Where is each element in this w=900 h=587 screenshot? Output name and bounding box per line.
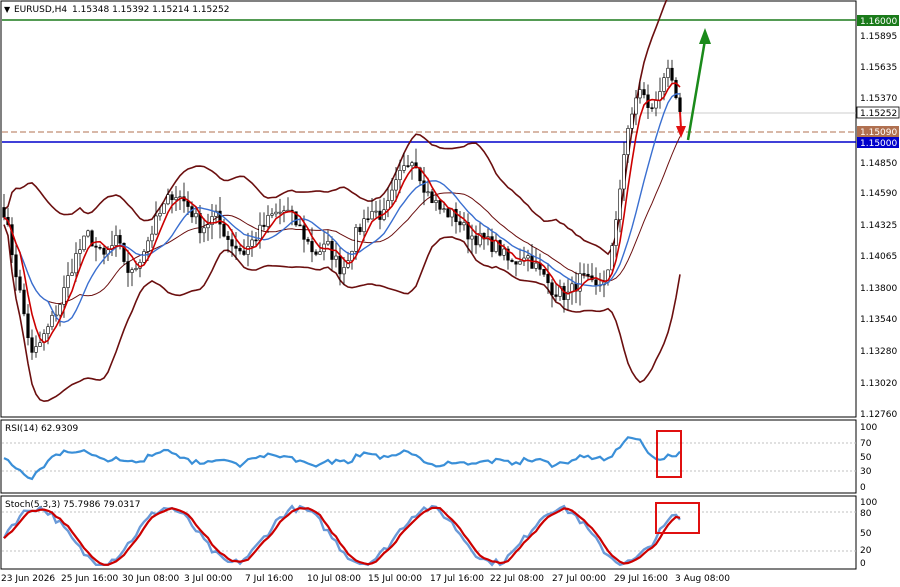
- time-tick: 23 Jun 2026: [1, 574, 55, 584]
- stoch-axis-tick: 0: [860, 559, 866, 569]
- candle[interactable]: [498, 239, 502, 257]
- rsi-axis-tick: 0: [860, 483, 866, 493]
- price-tick: 1.13800: [860, 284, 897, 294]
- time-tick: 27 Jul 00:00: [552, 574, 606, 584]
- time-tick: 25 Jun 16:00: [61, 574, 118, 584]
- stoch-axis-tick: 20: [860, 546, 872, 556]
- rsi-label: RSI(14) 62.9309: [5, 424, 78, 434]
- time-tick: 29 Jul 16:00: [614, 574, 668, 584]
- price-tick: 1.15370: [860, 94, 897, 104]
- price-axis: 1.15895 1.15635 1.15370 1.14850 1.14590 …: [860, 32, 897, 420]
- rsi-panel[interactable]: [0, 419, 857, 494]
- trading-chart[interactable]: ▼ EURUSD,H4 1.15348 1.15392 1.15214 1.15…: [0, 0, 900, 587]
- price-tick: 1.14325: [860, 221, 897, 231]
- candle[interactable]: [610, 242, 614, 271]
- price-tick: 1.15635: [860, 63, 897, 73]
- price-tag-lower-text: 1.15000: [860, 139, 897, 149]
- price-tick: 1.12760: [860, 410, 897, 420]
- candle[interactable]: [82, 235, 86, 252]
- time-tick: 10 Jul 08:00: [307, 574, 361, 584]
- candle[interactable]: [162, 203, 166, 214]
- time-tick: 3 Aug 08:00: [675, 574, 730, 584]
- time-axis: 23 Jun 2026 25 Jun 16:00 30 Jun 08:00 3 …: [1, 574, 730, 584]
- stoch-axis-tick: 80: [860, 509, 872, 519]
- price-tag-current-text: 1.15252: [860, 109, 897, 119]
- price-tick: 1.14850: [860, 159, 897, 169]
- stoch-axis-tick: 100: [860, 498, 877, 508]
- price-tick: 1.13020: [860, 379, 897, 389]
- price-tag-middle-text: 1.15090: [860, 128, 897, 138]
- main-chart-panel[interactable]: [0, 0, 857, 418]
- time-tick: 7 Jul 16:00: [245, 574, 294, 584]
- price-tag-current: 1.15252: [856, 106, 900, 119]
- stoch-label: Stoch(5,3,3) 75.7986 79.0317: [5, 500, 140, 510]
- rsi-axis-tick: 50: [860, 453, 872, 463]
- ohlc-readout: 1.15348 1.15392 1.15214 1.15252: [72, 5, 229, 15]
- price-tag-upper-text: 1.16000: [860, 17, 897, 27]
- stoch-axis-tick: 50: [860, 529, 872, 539]
- price-tag-lower: 1.15000: [857, 137, 899, 149]
- candle[interactable]: [674, 77, 678, 100]
- rsi-axis-tick: 100: [860, 423, 877, 433]
- rsi-axis: 100 70 50 30 0: [860, 423, 877, 493]
- time-tick: 30 Jun 08:00: [122, 574, 179, 584]
- rsi-axis-tick: 70: [860, 439, 872, 449]
- price-tick: 1.15895: [860, 32, 897, 42]
- candle[interactable]: [446, 207, 450, 218]
- time-tick: 3 Jul 00:00: [184, 574, 233, 584]
- price-tick: 1.14590: [860, 189, 897, 199]
- price-tick: 1.13540: [860, 315, 897, 325]
- price-tag-middle: 1.15090: [857, 126, 899, 138]
- price-tick: 1.13280: [860, 347, 897, 357]
- time-tick: 22 Jul 08:00: [490, 574, 544, 584]
- stoch-axis: 100 80 50 20 0: [860, 498, 877, 569]
- price-tag-upper: 1.16000: [857, 15, 899, 27]
- symbol-icon: ▼: [4, 5, 11, 14]
- time-tick: 15 Jul 00:00: [368, 574, 422, 584]
- price-tick: 1.14065: [860, 252, 897, 262]
- time-tick: 17 Jul 16:00: [430, 574, 484, 584]
- rsi-axis-tick: 30: [860, 467, 872, 477]
- symbol-label: EURUSD,H4: [14, 5, 67, 15]
